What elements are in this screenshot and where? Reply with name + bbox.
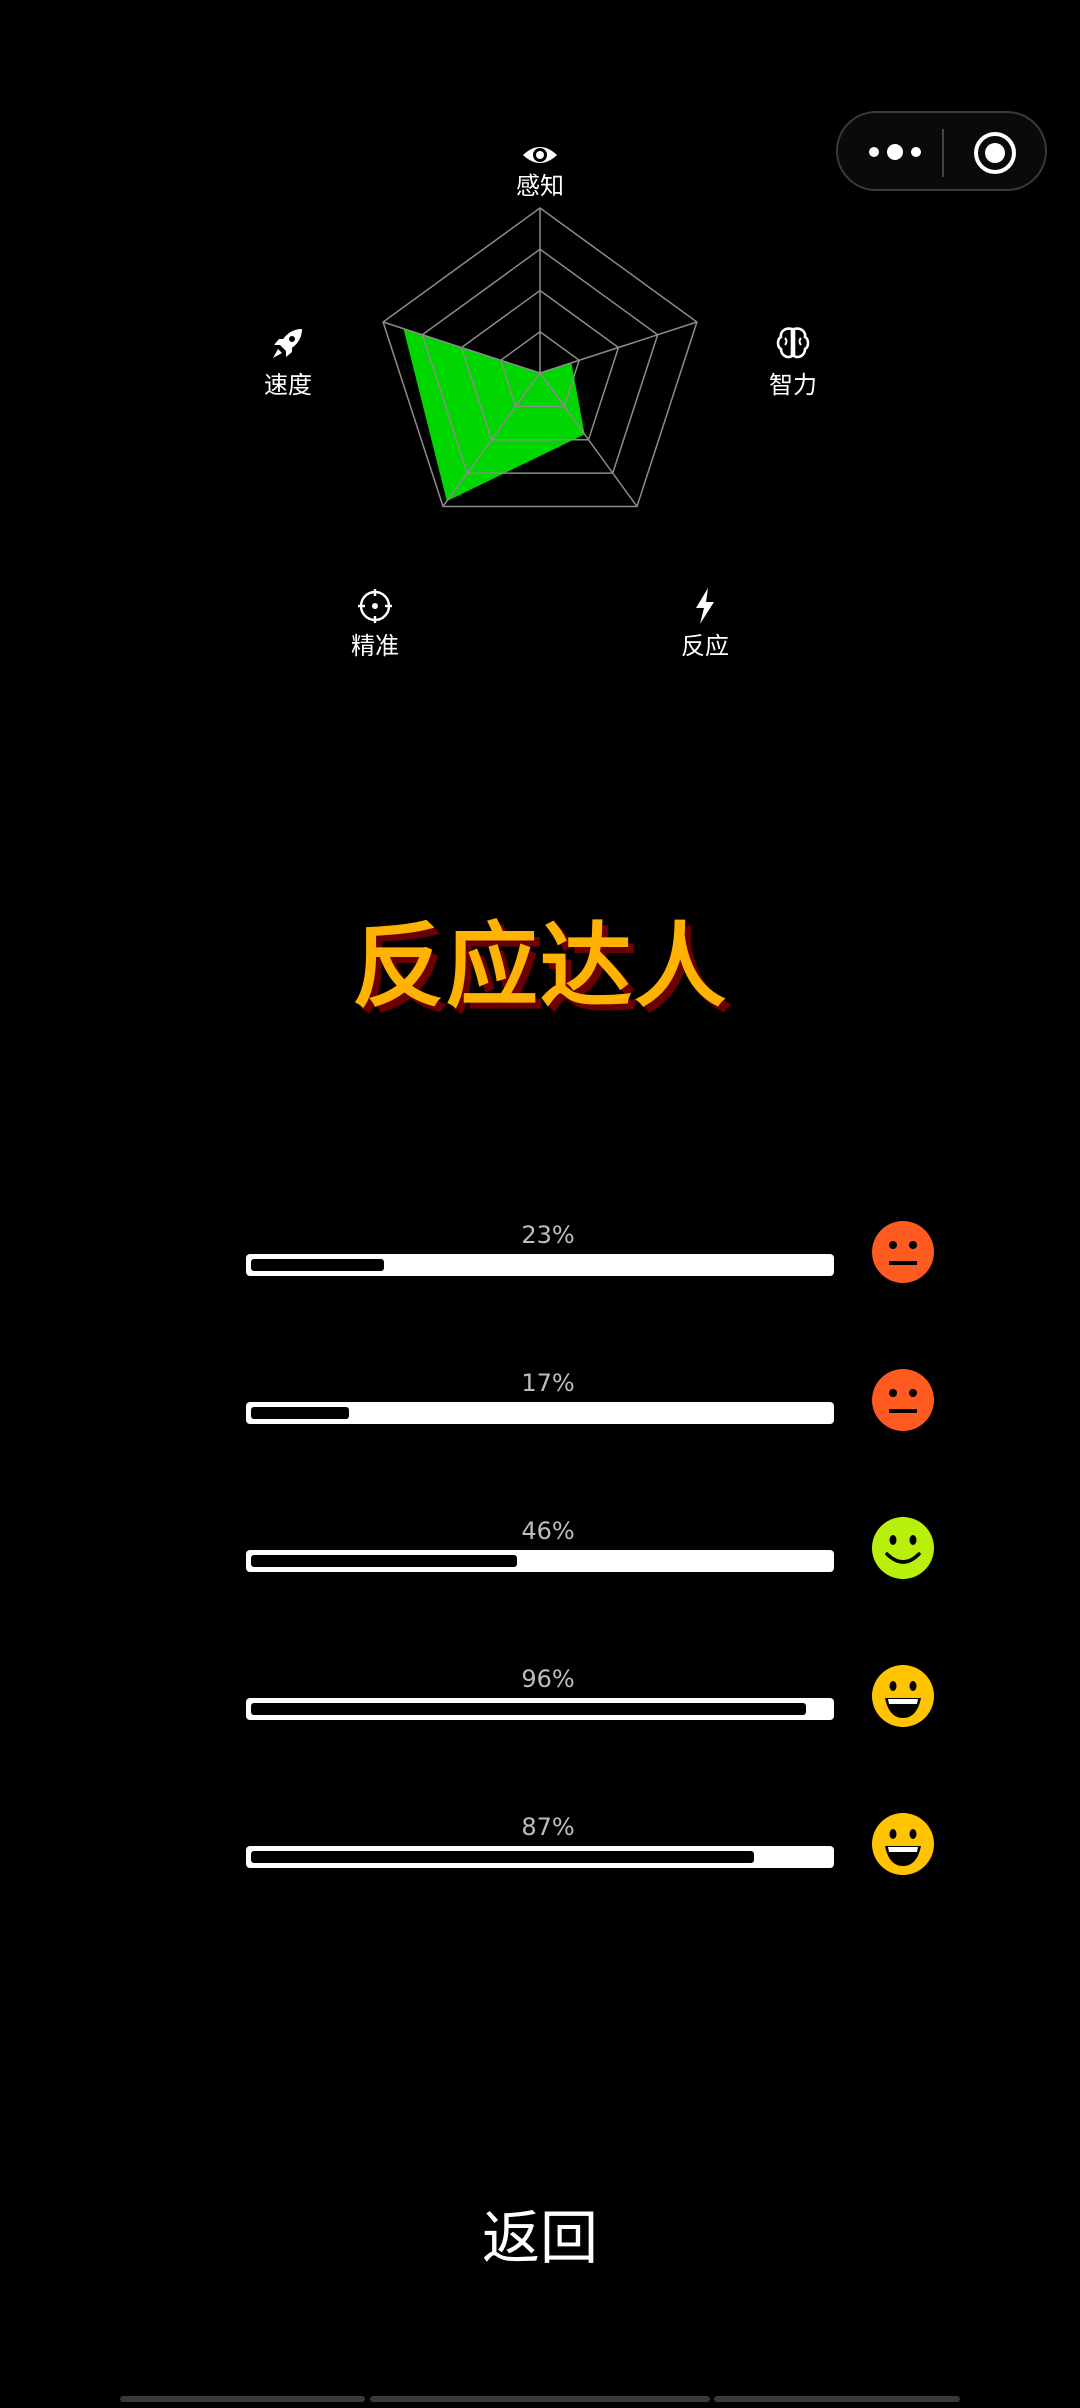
progress-fill <box>251 1555 517 1567</box>
progress-track <box>246 1846 834 1868</box>
progress-track <box>246 1550 834 1572</box>
progress-fill <box>251 1851 754 1863</box>
lightning-icon <box>685 586 725 626</box>
progress-track <box>246 1254 834 1276</box>
neutral-face-icon <box>871 1368 935 1432</box>
neutral-face-icon <box>871 1220 935 1284</box>
progress-track <box>246 1402 834 1424</box>
radar-spoke <box>539 321 698 374</box>
score-percent: 17% <box>521 1369 575 1397</box>
eye-icon <box>520 135 560 175</box>
gesture-bar-left <box>120 2396 365 2402</box>
smile-face-icon <box>871 1516 935 1580</box>
score-percent: 87% <box>521 1813 575 1841</box>
radar-axis-label: 智力 <box>769 371 817 399</box>
back-button[interactable]: 返回 <box>440 2198 640 2278</box>
progress-fill <box>251 1259 384 1271</box>
gesture-bar-right <box>714 2396 960 2402</box>
score-percent: 23% <box>521 1221 575 1249</box>
rocket-icon <box>268 323 308 363</box>
grin-face-icon <box>871 1664 935 1728</box>
brain-icon <box>773 323 813 363</box>
gesture-bar-middle <box>370 2396 710 2402</box>
progress-track <box>246 1698 834 1720</box>
radar-axis-label: 精准 <box>351 632 399 660</box>
progress-fill <box>251 1703 806 1715</box>
radar-data-area <box>403 328 585 502</box>
result-title: 反应达人 <box>351 913 728 1020</box>
grin-face-icon <box>871 1812 935 1876</box>
score-percent: 46% <box>521 1517 575 1545</box>
score-percent: 96% <box>521 1665 575 1693</box>
radar-axis-label: 速度 <box>264 371 312 399</box>
score-row: 46% <box>0 1516 1080 1616</box>
radar-axis-label: 感知 <box>516 172 564 200</box>
radar-chart <box>382 207 698 508</box>
score-row: 17% <box>0 1368 1080 1468</box>
progress-fill <box>251 1407 349 1419</box>
radar-axis-label: 反应 <box>681 632 729 660</box>
score-row: 96% <box>0 1664 1080 1764</box>
score-row: 23% <box>0 1220 1080 1320</box>
crosshair-icon <box>355 586 395 626</box>
score-row: 87% <box>0 1812 1080 1912</box>
